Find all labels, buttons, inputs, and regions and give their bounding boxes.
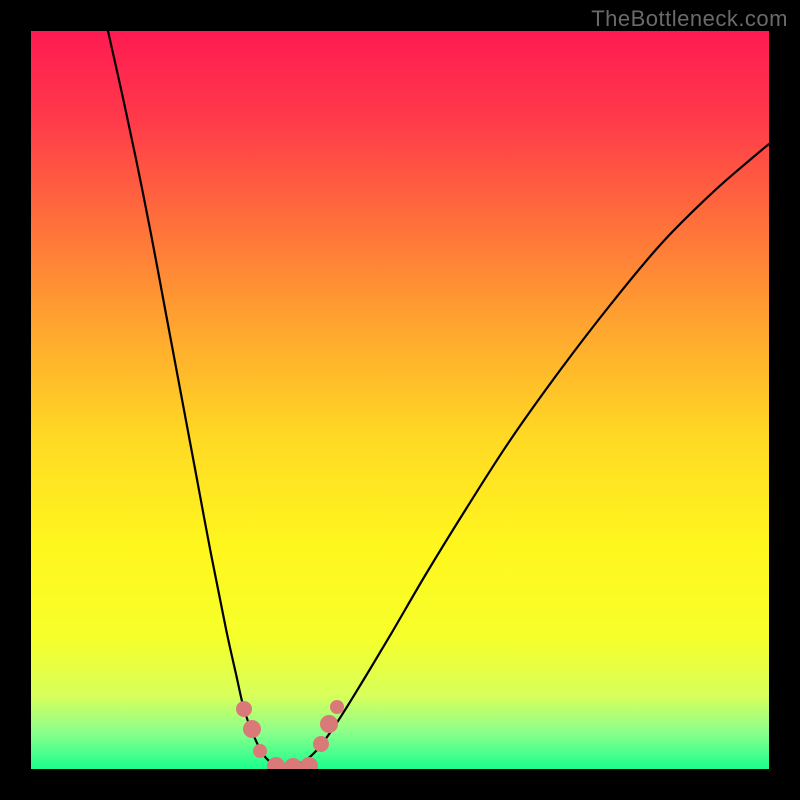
left-curve — [108, 31, 283, 769]
plot-area — [31, 31, 769, 769]
dip-marker — [313, 736, 329, 752]
dip-marker — [253, 744, 267, 758]
right-curve — [283, 144, 769, 769]
dip-marker — [320, 715, 338, 733]
dip-marker — [236, 701, 252, 717]
dip-marker — [267, 757, 285, 769]
dip-marker — [330, 700, 344, 714]
dip-marker — [300, 757, 318, 769]
chart-frame: TheBottleneck.com — [0, 0, 800, 800]
dip-marker — [284, 758, 302, 769]
curves-layer — [31, 31, 769, 769]
dip-marker — [243, 720, 261, 738]
watermark-text: TheBottleneck.com — [591, 6, 788, 32]
